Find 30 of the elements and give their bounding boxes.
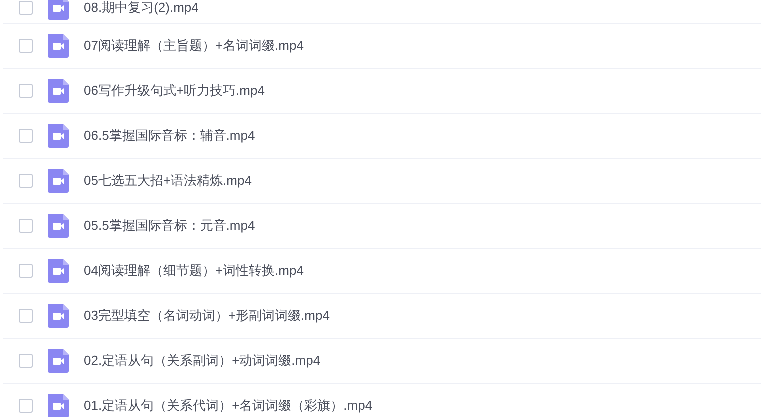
file-name[interactable]: 04阅读理解（细节题）+词性转换.mp4 — [84, 261, 304, 281]
checkbox[interactable] — [19, 264, 33, 278]
checkbox[interactable] — [19, 309, 33, 323]
file-name[interactable]: 03完型填空（名词动词）+形副词词缀.mp4 — [84, 306, 330, 326]
checkbox[interactable] — [19, 174, 33, 188]
video-file-icon — [48, 34, 69, 58]
checkbox[interactable] — [19, 129, 33, 143]
video-file-icon — [48, 0, 69, 20]
video-file-icon — [48, 124, 69, 148]
checkbox[interactable] — [19, 0, 33, 14]
video-file-icon — [48, 349, 69, 373]
video-file-icon — [48, 304, 69, 328]
file-name[interactable]: 01.定语从句（关系代词）+名词词缀（彩旗）.mp4 — [84, 396, 373, 416]
checkbox[interactable] — [19, 219, 33, 233]
file-name[interactable]: 07阅读理解（主旨题）+名词词缀.mp4 — [84, 36, 304, 56]
video-file-icon — [48, 214, 69, 238]
file-name[interactable]: 02.定语从句（关系副词）+动词词缀.mp4 — [84, 351, 321, 371]
checkbox[interactable] — [19, 39, 33, 53]
checkbox[interactable] — [19, 399, 33, 413]
checkbox[interactable] — [19, 84, 33, 98]
file-name[interactable]: 08.期中复习(2).mp4 — [84, 0, 199, 18]
file-name[interactable]: 06.5掌握国际音标：辅音.mp4 — [84, 126, 256, 146]
video-file-icon — [48, 394, 69, 417]
video-file-icon — [48, 79, 69, 103]
checkbox[interactable] — [19, 354, 33, 368]
video-file-icon — [48, 169, 69, 193]
file-name[interactable]: 05七选五大招+语法精炼.mp4 — [84, 171, 252, 191]
file-name[interactable]: 05.5掌握国际音标：元音.mp4 — [84, 216, 256, 236]
file-name[interactable]: 06写作升级句式+听力技巧.mp4 — [84, 81, 265, 101]
video-file-icon — [48, 259, 69, 283]
